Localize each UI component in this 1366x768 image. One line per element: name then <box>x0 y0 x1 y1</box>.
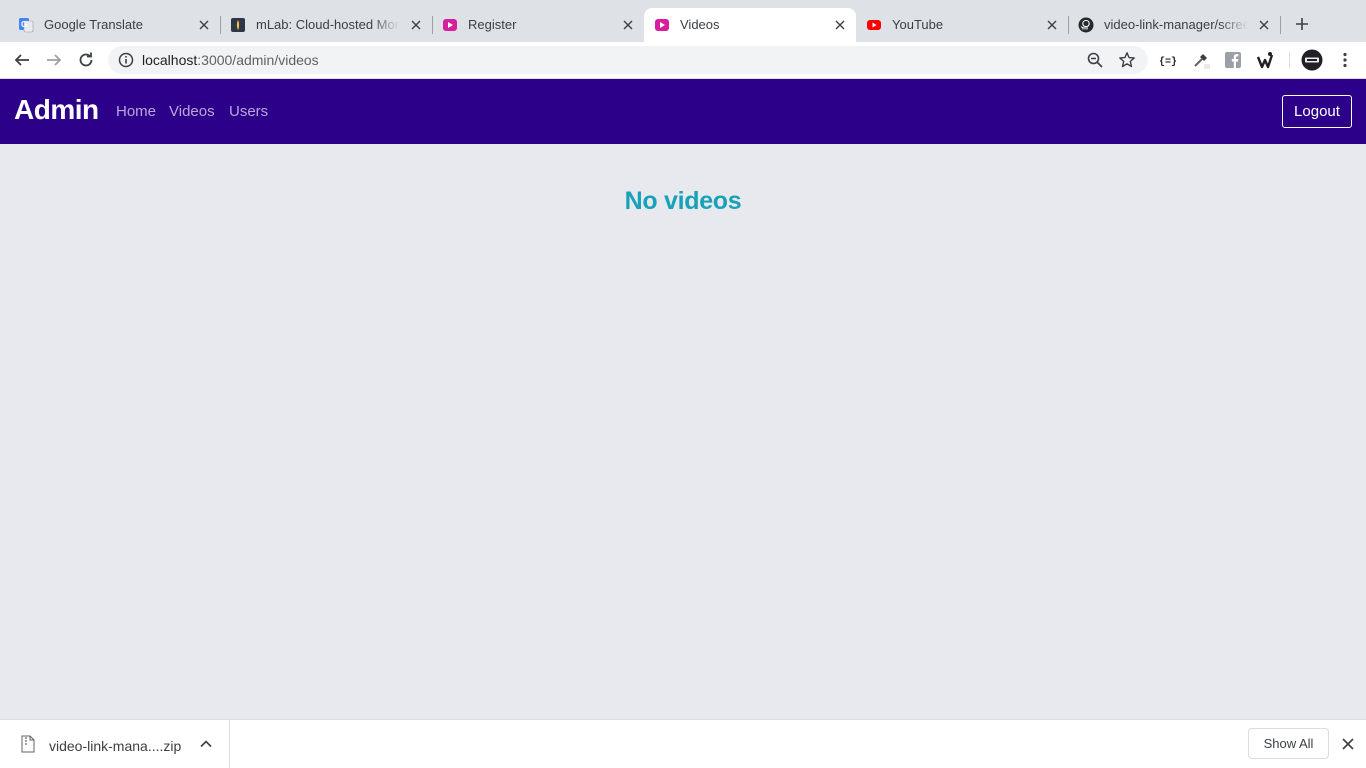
logout-button[interactable]: Logout <box>1282 95 1352 128</box>
empty-state-message: No videos <box>624 187 742 215</box>
video-app-icon <box>442 17 458 33</box>
wappalyzer-extension-icon[interactable] <box>1256 51 1274 69</box>
app-navbar: Admin Home Videos Users Logout <box>0 79 1366 144</box>
download-file-name: video-link-mana....zip <box>49 738 182 754</box>
close-icon[interactable] <box>832 17 848 33</box>
browser-toolbar: localhost:3000/admin/videos {=} <box>0 42 1366 79</box>
navbar-brand[interactable]: Admin <box>14 93 99 127</box>
tab-title: Google Translate <box>44 17 144 32</box>
github-icon <box>1078 17 1094 33</box>
toolbar-divider <box>1289 52 1290 68</box>
tab-title: video-link-manager/screenshots <box>1104 17 1248 32</box>
color-picker-extension-icon[interactable] <box>1192 51 1210 69</box>
close-icon[interactable] <box>196 17 212 33</box>
svg-text:{=}: {=} <box>1159 56 1177 68</box>
tab-title: Register <box>468 17 517 32</box>
zoom-icon[interactable] <box>1086 51 1104 69</box>
tab-title: Videos <box>680 17 720 32</box>
arrow-right-icon <box>47 54 62 66</box>
nav-link-videos[interactable]: Videos <box>169 102 215 122</box>
show-all-downloads-button[interactable]: Show All <box>1248 728 1329 759</box>
bookmark-star-icon[interactable] <box>1118 51 1136 69</box>
mlab-icon <box>230 17 246 33</box>
tab-divider <box>1280 16 1281 34</box>
reload-icon <box>79 52 93 67</box>
tab-title: mLab: Cloud-hosted MongoDB <box>256 17 400 32</box>
tab-register[interactable]: Register <box>432 8 644 42</box>
chevron-up-icon[interactable] <box>199 737 213 751</box>
url-path: :3000/admin/videos <box>197 52 319 68</box>
tab-title: YouTube <box>892 17 944 32</box>
url-text[interactable]: localhost:3000/admin/videos <box>142 52 319 68</box>
svg-text:G: G <box>21 20 27 29</box>
more-menu-icon[interactable] <box>1336 51 1354 69</box>
forward-button[interactable] <box>42 48 66 72</box>
download-item[interactable]: video-link-mana....zip <box>0 720 230 768</box>
tab-videos[interactable]: Videos <box>644 8 856 42</box>
close-icon[interactable] <box>620 17 636 33</box>
close-icon[interactable] <box>1340 736 1356 752</box>
youtube-icon <box>866 17 882 33</box>
tab-google-translate[interactable]: G Google Translate <box>8 8 220 42</box>
profile-avatar[interactable] <box>1301 49 1323 71</box>
zip-file-icon <box>21 735 35 753</box>
tab-youtube[interactable]: YouTube <box>856 8 1068 42</box>
reload-button[interactable] <box>74 48 98 72</box>
new-tab-button[interactable] <box>1290 12 1314 36</box>
facebook-extension-icon[interactable] <box>1224 51 1242 69</box>
close-icon[interactable] <box>1256 17 1272 33</box>
video-app-icon <box>654 17 670 33</box>
plus-icon <box>1296 18 1308 30</box>
nav-link-home[interactable]: Home <box>116 102 156 122</box>
tab-github[interactable]: video-link-manager/screenshots <box>1068 8 1280 42</box>
google-translate-icon: G <box>18 17 34 33</box>
main-content: No videos <box>0 144 1366 719</box>
close-icon[interactable] <box>408 17 424 33</box>
url-host: localhost <box>142 52 198 68</box>
back-button[interactable] <box>10 48 34 72</box>
download-shelf: video-link-mana....zip Show All <box>0 719 1366 768</box>
arrow-left-icon <box>14 54 29 66</box>
info-icon[interactable] <box>118 52 134 68</box>
json-viewer-extension-icon[interactable]: {=} <box>1159 51 1177 69</box>
tab-strip: G Google Translate mLab: Cloud-hosted Mo… <box>0 0 1366 42</box>
nav-link-users[interactable]: Users <box>229 102 268 122</box>
close-icon[interactable] <box>1044 17 1060 33</box>
address-bar[interactable]: localhost:3000/admin/videos <box>108 46 1148 74</box>
tab-mlab[interactable]: mLab: Cloud-hosted MongoDB <box>220 8 432 42</box>
